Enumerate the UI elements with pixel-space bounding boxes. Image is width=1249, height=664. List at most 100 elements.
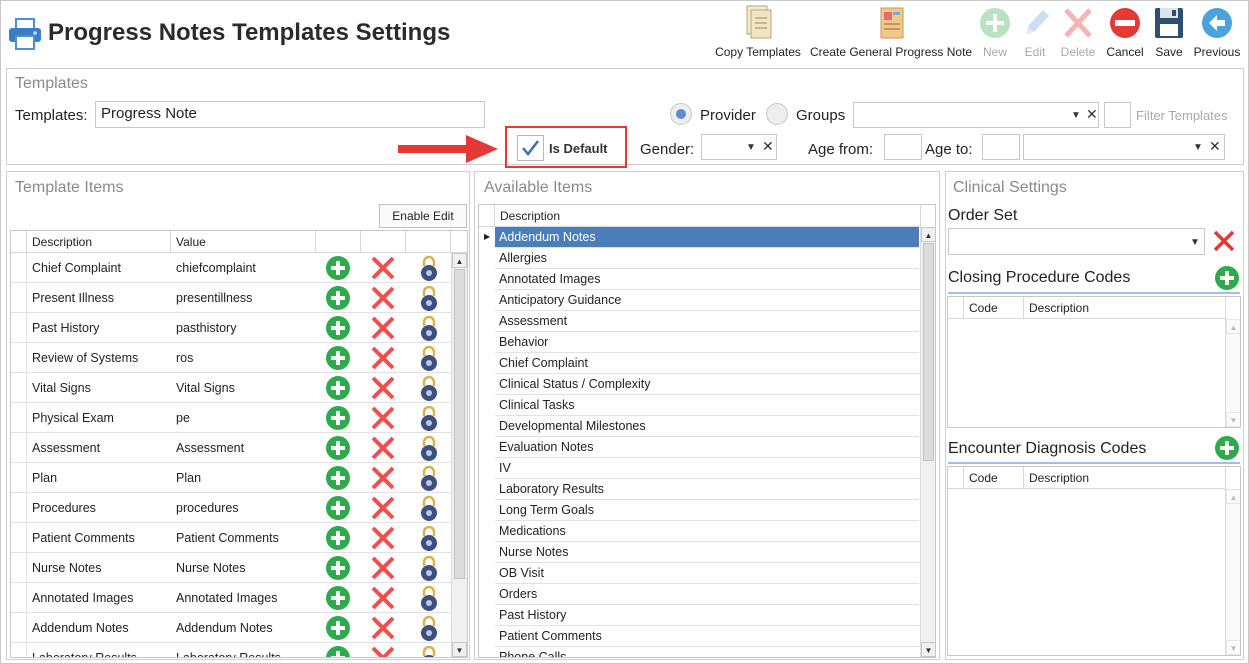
delete-item-icon[interactable] bbox=[370, 643, 400, 657]
available-items-scrollbar[interactable]: ▲ ▼ bbox=[920, 227, 935, 657]
table-row[interactable]: Nurse Notes Nurse Notes bbox=[11, 553, 451, 583]
lock-icon[interactable] bbox=[419, 313, 445, 343]
template-items-scrollbar[interactable]: ▲ ▼ bbox=[451, 253, 467, 657]
lock-icon[interactable] bbox=[419, 283, 445, 313]
table-row[interactable]: Patient Comments Patient Comments bbox=[11, 523, 451, 553]
groups-radio[interactable] bbox=[766, 103, 788, 125]
row-selector[interactable] bbox=[11, 373, 27, 403]
chevron-down-icon[interactable]: ▼ bbox=[1071, 110, 1081, 121]
add-item-icon[interactable] bbox=[325, 463, 355, 493]
column-header-description[interactable]: Description bbox=[1024, 467, 1226, 489]
scroll-down-icon[interactable]: ▼ bbox=[452, 642, 467, 657]
clear-order-set-icon[interactable] bbox=[1213, 230, 1235, 257]
row-selector[interactable] bbox=[11, 553, 27, 583]
delete-item-icon[interactable] bbox=[370, 433, 400, 463]
table-row[interactable]: Procedures procedures bbox=[11, 493, 451, 523]
delete-item-icon[interactable] bbox=[370, 403, 400, 433]
lock-icon[interactable] bbox=[419, 373, 445, 403]
table-row[interactable]: Present Illness presentillness bbox=[11, 283, 451, 313]
delete-item-icon[interactable] bbox=[370, 523, 400, 553]
delete-item-icon[interactable] bbox=[370, 373, 400, 403]
age-to-input[interactable] bbox=[982, 134, 1020, 160]
column-header-description[interactable]: Description bbox=[27, 231, 171, 253]
add-item-icon[interactable] bbox=[325, 643, 355, 657]
save-button[interactable]: Save bbox=[1150, 4, 1188, 62]
add-item-icon[interactable] bbox=[325, 373, 355, 403]
list-item[interactable]: Anticipatory Guidance bbox=[495, 290, 919, 311]
list-item[interactable]: Annotated Images bbox=[495, 269, 919, 290]
list-item[interactable]: Allergies bbox=[495, 248, 919, 269]
row-selector[interactable] bbox=[11, 343, 27, 373]
row-selector[interactable] bbox=[11, 613, 27, 643]
table-row[interactable]: Addendum Notes Addendum Notes bbox=[11, 613, 451, 643]
lock-icon[interactable] bbox=[419, 343, 445, 373]
lock-icon[interactable] bbox=[419, 523, 445, 553]
table-row[interactable]: Physical Exam pe bbox=[11, 403, 451, 433]
delete-item-icon[interactable] bbox=[370, 253, 400, 283]
list-item[interactable]: Addendum Notes bbox=[495, 227, 919, 248]
list-item[interactable]: Phone Calls bbox=[495, 647, 919, 657]
scroll-up-icon[interactable]: ▲ bbox=[921, 227, 935, 242]
scroll-up-icon[interactable]: ▲ bbox=[1226, 489, 1240, 504]
delete-button[interactable]: Delete bbox=[1056, 4, 1100, 62]
list-item[interactable]: Assessment bbox=[495, 311, 919, 332]
list-item[interactable]: Past History bbox=[495, 605, 919, 626]
add-item-icon[interactable] bbox=[325, 613, 355, 643]
add-item-icon[interactable] bbox=[325, 343, 355, 373]
lock-icon[interactable] bbox=[419, 643, 445, 657]
row-selector[interactable] bbox=[11, 493, 27, 523]
cancel-button[interactable]: Cancel bbox=[1104, 4, 1146, 62]
row-selector[interactable] bbox=[11, 283, 27, 313]
table-row[interactable]: Laboratory Results Laboratory Results bbox=[11, 643, 451, 657]
list-item[interactable]: Nurse Notes bbox=[495, 542, 919, 563]
column-header-description[interactable]: Description bbox=[495, 205, 921, 227]
row-selector[interactable] bbox=[11, 523, 27, 553]
table-row[interactable]: Chief Complaint chiefcomplaint bbox=[11, 253, 451, 283]
list-item[interactable]: Medications bbox=[495, 521, 919, 542]
add-item-icon[interactable] bbox=[325, 523, 355, 553]
row-selector[interactable] bbox=[11, 403, 27, 433]
table-row[interactable]: Past History pasthistory bbox=[11, 313, 451, 343]
scroll-up-icon[interactable]: ▲ bbox=[452, 253, 467, 268]
delete-item-icon[interactable] bbox=[370, 313, 400, 343]
list-item[interactable]: Clinical Tasks bbox=[495, 395, 919, 416]
age-from-input[interactable] bbox=[884, 134, 922, 160]
delete-item-icon[interactable] bbox=[370, 463, 400, 493]
create-general-progress-note-button[interactable]: Create General Progress Note bbox=[810, 4, 972, 62]
table-row[interactable]: Plan Plan bbox=[11, 463, 451, 493]
scroll-thumb[interactable] bbox=[923, 243, 934, 461]
encounter-codes-scrollbar[interactable]: ▲ ▼ bbox=[1225, 489, 1240, 655]
list-item[interactable]: Developmental Milestones bbox=[495, 416, 919, 437]
delete-item-icon[interactable] bbox=[370, 493, 400, 523]
scroll-down-icon[interactable]: ▼ bbox=[1226, 640, 1240, 655]
previous-button[interactable]: Previous bbox=[1192, 4, 1242, 62]
scroll-thumb[interactable] bbox=[454, 269, 465, 579]
add-item-icon[interactable] bbox=[325, 313, 355, 343]
delete-item-icon[interactable] bbox=[370, 553, 400, 583]
lock-icon[interactable] bbox=[419, 403, 445, 433]
row-selector[interactable] bbox=[11, 643, 27, 657]
lock-icon[interactable] bbox=[419, 583, 445, 613]
list-item[interactable]: Patient Comments bbox=[495, 626, 919, 647]
is-default-checkbox[interactable] bbox=[517, 135, 544, 161]
delete-item-icon[interactable] bbox=[370, 283, 400, 313]
delete-item-icon[interactable] bbox=[370, 583, 400, 613]
table-row[interactable]: Vital Signs Vital Signs bbox=[11, 373, 451, 403]
order-set-chevron-down-icon[interactable]: ▼ bbox=[1190, 237, 1200, 248]
new-button[interactable]: New bbox=[976, 4, 1014, 62]
list-item[interactable]: Orders bbox=[495, 584, 919, 605]
clear-age-unit-icon[interactable]: ✕ bbox=[1209, 138, 1221, 155]
gender-chevron-down-icon[interactable]: ▼ bbox=[746, 142, 756, 153]
delete-item-icon[interactable] bbox=[370, 343, 400, 373]
row-selector[interactable] bbox=[11, 313, 27, 343]
templates-name-input[interactable]: Progress Note bbox=[95, 101, 485, 128]
edit-button[interactable]: Edit bbox=[1016, 4, 1054, 62]
enable-edit-button[interactable]: Enable Edit bbox=[379, 204, 467, 228]
lock-icon[interactable] bbox=[419, 553, 445, 583]
scroll-up-icon[interactable]: ▲ bbox=[1226, 319, 1240, 334]
lock-icon[interactable] bbox=[419, 493, 445, 523]
list-item[interactable]: Behavior bbox=[495, 332, 919, 353]
lock-icon[interactable] bbox=[419, 433, 445, 463]
scroll-down-icon[interactable]: ▼ bbox=[1226, 412, 1240, 427]
list-item[interactable]: Laboratory Results bbox=[495, 479, 919, 500]
